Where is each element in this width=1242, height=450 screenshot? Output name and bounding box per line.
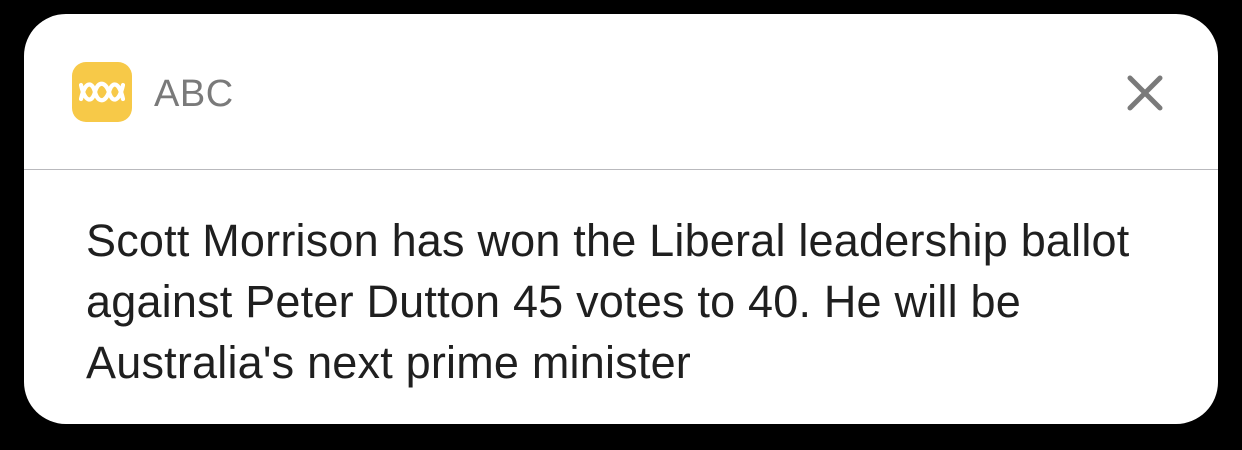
close-icon[interactable] — [1122, 70, 1168, 116]
notification-card[interactable]: ABC Scott Morrison has won the Liberal l… — [24, 14, 1218, 424]
notification-message: Scott Morrison has won the Liberal leade… — [86, 215, 1130, 388]
notification-header: ABC — [24, 14, 1218, 170]
app-name: ABC — [154, 73, 234, 115]
screen: ABC Scott Morrison has won the Liberal l… — [0, 0, 1242, 450]
header-divider — [24, 169, 1218, 170]
abc-logo-icon — [72, 62, 132, 122]
close-button[interactable] — [1122, 70, 1168, 116]
